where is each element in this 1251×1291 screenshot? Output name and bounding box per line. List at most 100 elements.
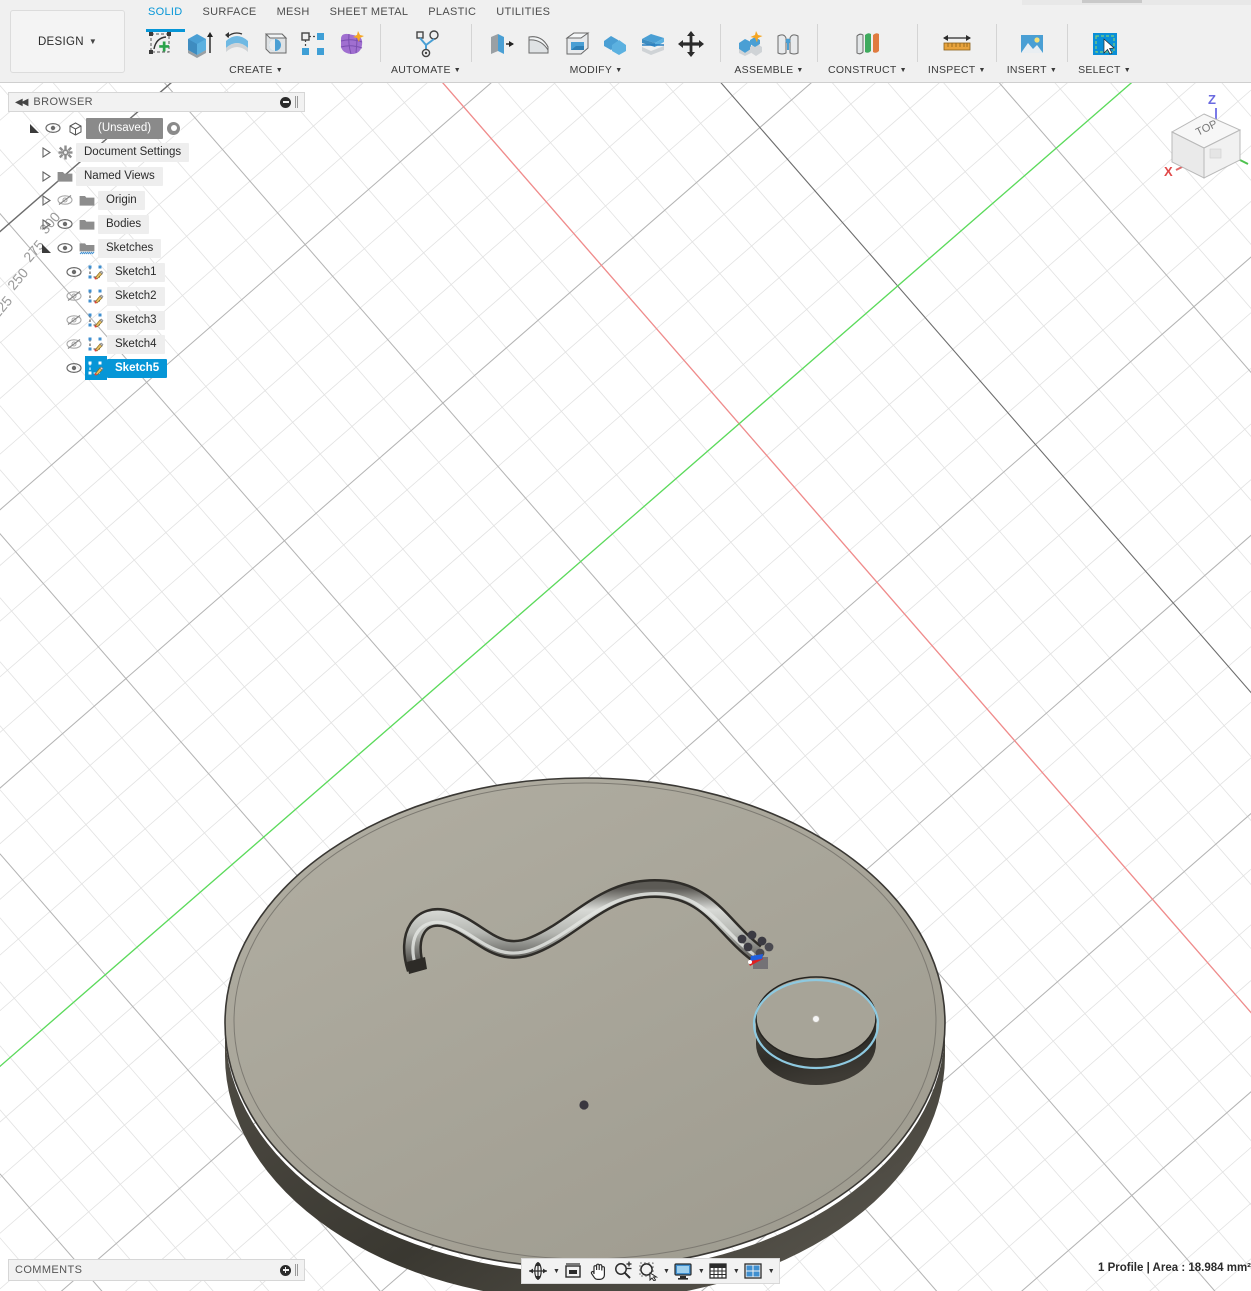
viewport-layout-icon[interactable]	[741, 1260, 765, 1282]
chevron-down-icon[interactable]: ▼	[1050, 67, 1057, 74]
gear-icon	[54, 140, 76, 164]
tree-node-unsaved[interactable]: (Unsaved)	[8, 116, 305, 140]
ribbon-group-inspect: INSPECT▼	[924, 22, 990, 76]
chevron-down-icon[interactable]: ▼	[698, 1268, 705, 1275]
sweep-icon[interactable]	[256, 24, 294, 64]
tree-node-sketches[interactable]: Sketches	[8, 236, 305, 260]
pan-icon[interactable]	[586, 1260, 610, 1282]
sketch-icon	[85, 260, 107, 284]
twisty-expanded-icon[interactable]	[38, 236, 54, 260]
tree-node-sketch1[interactable]: Sketch1	[8, 260, 305, 284]
tree-node-bodies[interactable]: Bodies	[8, 212, 305, 236]
pattern-icon[interactable]	[294, 24, 332, 64]
visibility-eye-hidden-icon[interactable]	[54, 188, 76, 212]
chevron-down-icon[interactable]: ▼	[553, 1268, 560, 1275]
insert-image-icon[interactable]	[1013, 24, 1051, 64]
view-cube-box[interactable]: TOP	[1172, 114, 1240, 178]
orbit-icon[interactable]	[526, 1260, 550, 1282]
chevron-down-icon[interactable]: ▼	[978, 67, 985, 74]
divider	[471, 24, 472, 62]
minus-circle-icon[interactable]	[280, 97, 291, 108]
fillet-icon[interactable]	[520, 24, 558, 64]
tree-label-sketch3: Sketch3	[107, 311, 165, 330]
view-cube[interactable]: Z X TOP	[1158, 86, 1251, 191]
create-sketch-icon[interactable]	[142, 24, 180, 64]
divider	[380, 24, 381, 62]
visibility-eye-hidden-icon[interactable]	[63, 332, 85, 356]
form-icon[interactable]	[332, 24, 370, 64]
tree-label-sketch1: Sketch1	[107, 263, 165, 282]
look-at-icon[interactable]	[561, 1260, 585, 1282]
browser-header: ◀◀ BROWSER	[8, 92, 305, 112]
tree-node-named-views[interactable]: Named Views	[8, 164, 305, 188]
grid-snaps-icon[interactable]	[706, 1260, 730, 1282]
twisty-collapsed-icon[interactable]	[38, 212, 54, 236]
chevron-down-icon[interactable]: ▼	[768, 1268, 775, 1275]
sketch-icon	[85, 284, 107, 308]
visibility-eye-hidden-icon[interactable]	[63, 284, 85, 308]
workspace-label: DESIGN	[38, 36, 84, 48]
title-band	[1022, 0, 1251, 5]
twisty-collapsed-icon[interactable]	[38, 140, 54, 164]
revolve-icon[interactable]	[218, 24, 256, 64]
chevron-down-icon[interactable]: ▼	[615, 67, 622, 74]
tree-label-sketch4: Sketch4	[107, 335, 165, 354]
folder-icon	[76, 212, 98, 236]
comments-panel[interactable]: COMMENTS	[8, 1259, 305, 1281]
activate-component-radio[interactable]	[166, 121, 181, 136]
new-component-icon[interactable]	[731, 24, 769, 64]
circle-center-point	[813, 1016, 820, 1023]
tree-node-sketch5[interactable]: Sketch5	[8, 356, 305, 380]
browser-tree: (Unsaved) Document Settings	[8, 112, 305, 380]
automate-icon[interactable]	[407, 24, 445, 64]
joint-icon[interactable]	[769, 24, 807, 64]
zoom-icon[interactable]	[611, 1260, 635, 1282]
workspace-switcher-button[interactable]: DESIGN ▼	[10, 10, 125, 73]
tree-node-sketch3[interactable]: Sketch3	[8, 308, 305, 332]
chevron-down-icon[interactable]: ▼	[1124, 67, 1131, 74]
select-window-icon[interactable]	[1086, 24, 1124, 64]
chevron-down-icon[interactable]: ▼	[663, 1268, 670, 1275]
collapse-left-icon[interactable]: ◀◀	[15, 97, 26, 108]
visibility-eye-icon[interactable]	[63, 356, 85, 380]
extrude-icon[interactable]	[180, 24, 218, 64]
ribbon-group-label-inspect: INSPECT	[928, 64, 976, 76]
chevron-down-icon[interactable]: ▼	[454, 67, 461, 74]
tree-node-sketch2[interactable]: Sketch2	[8, 284, 305, 308]
panel-resize-grip[interactable]	[295, 1264, 298, 1276]
folder-icon	[54, 164, 76, 188]
panel-resize-grip[interactable]	[295, 96, 298, 108]
visibility-eye-icon[interactable]	[54, 212, 76, 236]
chevron-down-icon[interactable]: ▼	[276, 67, 283, 74]
divider	[817, 24, 818, 62]
zoom-window-icon[interactable]	[636, 1260, 660, 1282]
status-bar: 1 Profile | Area : 18.984 mm²	[1098, 1262, 1251, 1280]
chevron-down-icon[interactable]: ▼	[796, 67, 803, 74]
visibility-eye-hidden-icon[interactable]	[63, 308, 85, 332]
cylinder-body[interactable]	[754, 977, 878, 1085]
combine-icon[interactable]	[596, 24, 634, 64]
measure-icon[interactable]	[938, 24, 976, 64]
display-settings-icon[interactable]	[671, 1260, 695, 1282]
chevron-down-icon[interactable]: ▼	[733, 1268, 740, 1275]
navigation-bar: ▼	[521, 1258, 780, 1284]
shell-icon[interactable]	[558, 24, 596, 64]
offset-plane-icon[interactable]	[848, 24, 886, 64]
ribbon-group-insert: INSERT▼	[1003, 22, 1061, 76]
tree-node-document-settings[interactable]: Document Settings	[8, 140, 305, 164]
chevron-down-icon[interactable]: ▼	[900, 67, 907, 74]
twisty-collapsed-icon[interactable]	[38, 188, 54, 212]
press-pull-icon[interactable]	[482, 24, 520, 64]
visibility-eye-icon[interactable]	[42, 116, 64, 140]
plus-circle-icon[interactable]	[280, 1265, 291, 1276]
twisty-expanded-icon[interactable]	[26, 116, 42, 140]
tree-node-origin[interactable]: Origin	[8, 188, 305, 212]
visibility-eye-icon[interactable]	[63, 260, 85, 284]
divider	[917, 24, 918, 62]
visibility-eye-icon[interactable]	[54, 236, 76, 260]
split-face-icon[interactable]	[634, 24, 672, 64]
twisty-collapsed-icon[interactable]	[38, 164, 54, 188]
move-copy-icon[interactable]	[672, 24, 710, 64]
status-text: 1 Profile | Area : 18.984 mm²	[1098, 1262, 1251, 1274]
tree-node-sketch4[interactable]: Sketch4	[8, 332, 305, 356]
